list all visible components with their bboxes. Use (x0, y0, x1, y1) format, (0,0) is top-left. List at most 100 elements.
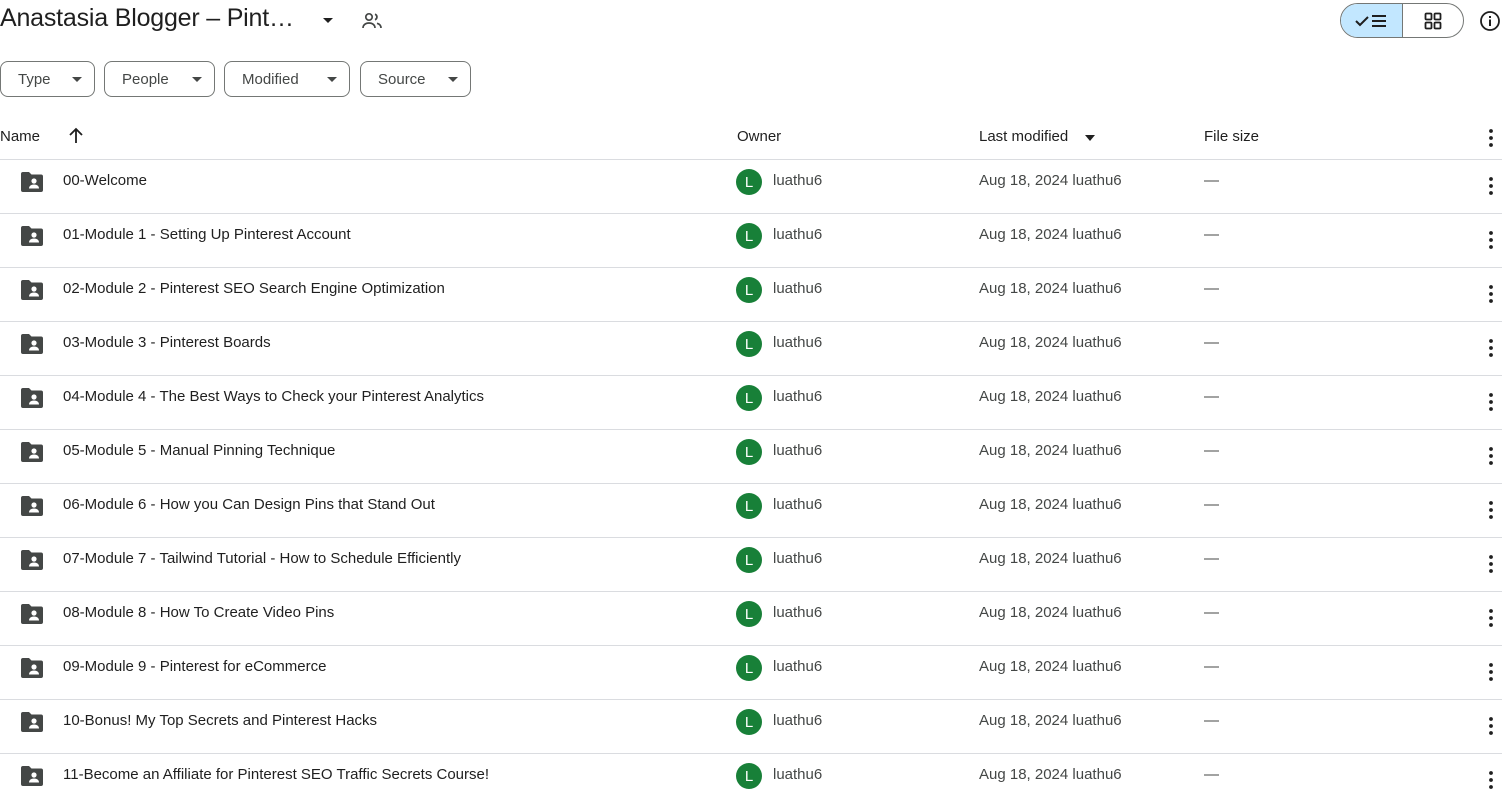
shared-folder-icon (21, 226, 43, 246)
shared-folder-icon (21, 604, 43, 624)
people-icon[interactable] (360, 9, 384, 33)
more-vert-icon[interactable] (1481, 660, 1501, 684)
caret-down-icon (72, 77, 82, 82)
column-header-name[interactable]: Name (0, 128, 40, 145)
caret-down-icon (192, 77, 202, 82)
file-name[interactable]: 02-Module 2 - Pinterest SEO Search Engin… (63, 280, 445, 297)
filter-type-chip[interactable]: Type (0, 61, 95, 97)
file-name[interactable]: 05-Module 5 - Manual Pinning Technique (63, 442, 335, 459)
owner-name: luathu6 (773, 658, 823, 675)
file-size: — (1204, 280, 1219, 297)
column-header-file-size[interactable]: File size (1204, 128, 1259, 145)
file-name[interactable]: 10-Bonus! My Top Secrets and Pinterest H… (63, 712, 377, 729)
table-row[interactable]: 06-Module 6 - How you Can Design Pins th… (0, 484, 1502, 538)
more-vert-icon[interactable] (1481, 282, 1501, 306)
info-icon[interactable] (1478, 9, 1502, 33)
file-size: — (1204, 496, 1219, 513)
shared-folder-icon (21, 550, 43, 570)
more-vert-icon[interactable] (1481, 552, 1501, 576)
filter-people-chip[interactable]: People (104, 61, 215, 97)
avatar: L (736, 547, 762, 573)
table-row[interactable]: 10-Bonus! My Top Secrets and Pinterest H… (0, 700, 1502, 754)
table-row[interactable]: 09-Module 9 - Pinterest for eCommerce L … (0, 646, 1502, 700)
file-name[interactable]: 11-Become an Affiliate for Pinterest SEO… (63, 766, 489, 783)
more-vert-icon[interactable] (1481, 714, 1501, 738)
check-list-icon (1355, 14, 1387, 27)
more-vert-icon[interactable] (1481, 228, 1501, 252)
column-header-row: Name Owner Last modified File size (0, 114, 1502, 160)
column-header-owner[interactable]: Owner (737, 128, 781, 145)
file-name[interactable]: 06-Module 6 - How you Can Design Pins th… (63, 496, 435, 513)
last-modified: Aug 18, 2024 luathu6 (979, 280, 1122, 297)
table-row[interactable]: 05-Module 5 - Manual Pinning Technique L… (0, 430, 1502, 484)
file-size: — (1204, 604, 1219, 621)
shared-folder-icon (21, 280, 43, 300)
folder-title[interactable]: Anastasia Blogger – Pint… (0, 4, 294, 33)
more-vert-icon[interactable] (1481, 606, 1501, 630)
table-row[interactable]: 04-Module 4 - The Best Ways to Check you… (0, 376, 1502, 430)
avatar: L (736, 385, 762, 411)
more-vert-icon[interactable] (1481, 174, 1501, 198)
avatar: L (736, 493, 762, 519)
avatar: L (736, 763, 762, 789)
arrow-up-icon[interactable] (66, 126, 86, 146)
file-name[interactable]: 03-Module 3 - Pinterest Boards (63, 334, 271, 351)
avatar: L (736, 169, 762, 195)
filter-source-chip[interactable]: Source (360, 61, 471, 97)
last-modified: Aug 18, 2024 luathu6 (979, 604, 1122, 621)
file-name[interactable]: 07-Module 7 - Tailwind Tutorial - How to… (63, 550, 461, 567)
grid-icon (1424, 12, 1442, 29)
shared-folder-icon (21, 388, 43, 408)
caret-down-icon[interactable] (1085, 135, 1095, 141)
file-size: — (1204, 226, 1219, 243)
caret-down-icon[interactable] (316, 8, 340, 32)
last-modified: Aug 18, 2024 luathu6 (979, 442, 1122, 459)
shared-folder-icon (21, 172, 43, 192)
file-name[interactable]: 00-Welcome (63, 172, 147, 189)
more-vert-icon[interactable] (1481, 390, 1501, 414)
last-modified: Aug 18, 2024 luathu6 (979, 550, 1122, 567)
last-modified: Aug 18, 2024 luathu6 (979, 172, 1122, 189)
file-size: — (1204, 334, 1219, 351)
list-view-button[interactable] (1341, 4, 1402, 37)
last-modified: Aug 18, 2024 luathu6 (979, 496, 1122, 513)
filter-source-label: Source (378, 70, 426, 88)
grid-view-button[interactable] (1401, 4, 1463, 37)
owner-name: luathu6 (773, 712, 823, 729)
table-row[interactable]: 11-Become an Affiliate for Pinterest SEO… (0, 754, 1502, 790)
table-row[interactable]: 08-Module 8 - How To Create Video Pins L… (0, 592, 1502, 646)
last-modified: Aug 18, 2024 luathu6 (979, 658, 1122, 675)
table-row[interactable]: 02-Module 2 - Pinterest SEO Search Engin… (0, 268, 1502, 322)
owner-name: luathu6 (773, 766, 823, 783)
table-row[interactable]: 01-Module 1 - Setting Up Pinterest Accou… (0, 214, 1502, 268)
last-modified: Aug 18, 2024 luathu6 (979, 388, 1122, 405)
column-header-last-modified[interactable]: Last modified (979, 128, 1068, 145)
owner-name: luathu6 (773, 550, 823, 567)
file-size: — (1204, 172, 1219, 189)
view-toggle (1340, 3, 1464, 38)
owner-name: luathu6 (773, 496, 823, 513)
more-vert-icon[interactable] (1481, 768, 1501, 790)
more-vert-icon[interactable] (1481, 336, 1501, 360)
shared-folder-icon (21, 496, 43, 516)
table-row[interactable]: 03-Module 3 - Pinterest Boards L luathu6… (0, 322, 1502, 376)
filter-type-label: Type (18, 70, 51, 88)
last-modified: Aug 18, 2024 luathu6 (979, 712, 1122, 729)
file-list: 00-Welcome L luathu6 Aug 18, 2024 luathu… (0, 160, 1502, 790)
shared-folder-icon (21, 658, 43, 678)
shared-folder-icon (21, 334, 43, 354)
owner-name: luathu6 (773, 280, 823, 297)
file-size: — (1204, 388, 1219, 405)
file-name[interactable]: 08-Module 8 - How To Create Video Pins (63, 604, 334, 621)
table-row[interactable]: 00-Welcome L luathu6 Aug 18, 2024 luathu… (0, 160, 1502, 214)
file-name[interactable]: 09-Module 9 - Pinterest for eCommerce (63, 658, 326, 675)
more-vert-icon[interactable] (1481, 444, 1501, 468)
file-name[interactable]: 04-Module 4 - The Best Ways to Check you… (63, 388, 484, 405)
file-size: — (1204, 658, 1219, 675)
filter-modified-chip[interactable]: Modified (224, 61, 350, 97)
file-name[interactable]: 01-Module 1 - Setting Up Pinterest Accou… (63, 226, 351, 243)
more-vert-icon[interactable] (1481, 498, 1501, 522)
more-vert-icon[interactable] (1481, 126, 1501, 150)
caret-down-icon (327, 77, 337, 82)
table-row[interactable]: 07-Module 7 - Tailwind Tutorial - How to… (0, 538, 1502, 592)
